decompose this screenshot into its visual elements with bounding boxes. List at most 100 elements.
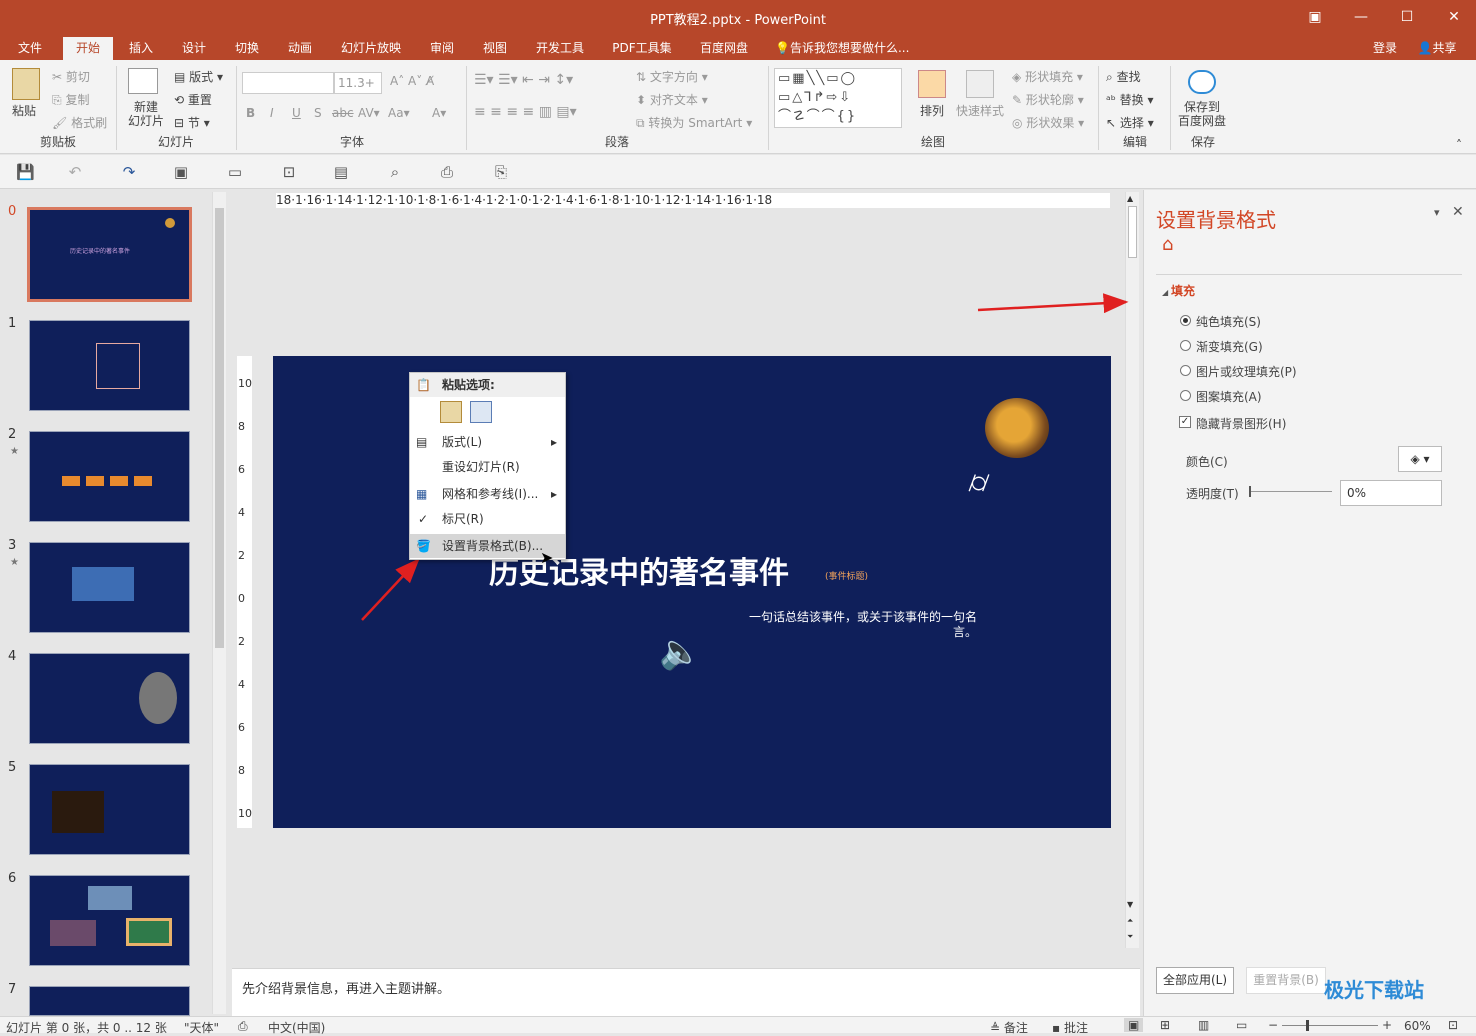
- new-slide-qat-icon[interactable]: ▣: [172, 163, 190, 181]
- tab-design[interactable]: 设计: [173, 37, 215, 60]
- zoom-out-icon[interactable]: −: [1268, 1018, 1278, 1032]
- thumbnail-slide-0[interactable]: 历史记录中的著名事件: [27, 207, 192, 302]
- transparency-input[interactable]: 0%: [1340, 480, 1442, 506]
- thumbnails-scrollbar[interactable]: [212, 192, 226, 1014]
- save-icon[interactable]: 💾: [16, 163, 35, 181]
- new-slide-icon[interactable]: [128, 68, 158, 94]
- print-preview-icon[interactable]: ⌕: [386, 163, 404, 181]
- arrange-button[interactable]: 排列: [920, 102, 944, 119]
- fill-bucket-icon[interactable]: ⌂: [1162, 234, 1173, 255]
- underline-icon[interactable]: U: [292, 106, 301, 120]
- slider-handle[interactable]: [1249, 486, 1251, 497]
- pillar-icon[interactable]: ⌭: [961, 464, 997, 502]
- grow-font-icon[interactable]: A˄ A˅ A̸: [390, 74, 434, 88]
- reset-button[interactable]: ⟲ 重置: [174, 91, 212, 108]
- replace-button[interactable]: ᵃᵇ 替换 ▾: [1106, 91, 1154, 108]
- fit-slide-icon[interactable]: ⊡: [1448, 1018, 1458, 1032]
- shape-outline-button[interactable]: ✎ 形状轮廓 ▾: [1012, 91, 1084, 108]
- editor-scrollbar[interactable]: ▲ ▼ ⏶ ⏷: [1125, 192, 1139, 948]
- paste-destination-icon[interactable]: [440, 401, 462, 423]
- tab-slideshow[interactable]: 幻灯片放映: [334, 37, 408, 60]
- align-text-button[interactable]: ⬍ 对齐文本 ▾: [636, 91, 708, 108]
- zoom-handle[interactable]: [1306, 1020, 1309, 1031]
- tab-transitions[interactable]: 切换: [226, 37, 268, 60]
- shape-effects-button[interactable]: ◎ 形状效果 ▾: [1012, 114, 1084, 131]
- font-size-box[interactable]: 11.3+: [334, 72, 382, 94]
- pane-close-icon[interactable]: ✕: [1452, 204, 1464, 220]
- normal-view-icon[interactable]: ▣: [1124, 1018, 1144, 1032]
- find-button[interactable]: ⌕ 查找: [1106, 68, 1141, 85]
- paste-picture-icon[interactable]: [470, 401, 492, 423]
- copy-button[interactable]: ⎘ 复制: [52, 91, 89, 108]
- thumbnail-slide-3[interactable]: [29, 542, 190, 633]
- editor-scroll-thumb[interactable]: [1128, 206, 1137, 258]
- apply-all-button[interactable]: 全部应用(L): [1156, 967, 1234, 994]
- color-picker-button[interactable]: ◈ ▾: [1398, 446, 1442, 472]
- reset-background-button[interactable]: 重置背景(B): [1246, 967, 1326, 994]
- smartart-button[interactable]: ⧉ 转换为 SmartArt ▾: [636, 114, 752, 131]
- transparency-slider[interactable]: [1249, 486, 1332, 497]
- char-spacing-icon[interactable]: AV▾: [358, 106, 380, 120]
- new-slide-button[interactable]: 新建 幻灯片: [122, 100, 170, 128]
- tab-animations[interactable]: 动画: [279, 37, 321, 60]
- tell-me-box[interactable]: 💡告诉我您想要做什么...: [775, 37, 915, 60]
- tab-baidu[interactable]: 百度网盘: [692, 37, 756, 60]
- close-button[interactable]: ✕: [1443, 6, 1465, 28]
- thumbnail-slide-7[interactable]: [29, 986, 190, 1016]
- audio-speaker-icon[interactable]: 🔈: [659, 632, 701, 672]
- quick-styles-icon[interactable]: [966, 70, 994, 98]
- next-slide-icon[interactable]: ⏷: [1127, 932, 1133, 942]
- hide-bg-checkbox[interactable]: ✓: [1179, 416, 1191, 428]
- share-button[interactable]: 👤共享: [1410, 37, 1464, 60]
- select-button[interactable]: ↖ 选择 ▾: [1106, 114, 1154, 131]
- font-color-icon[interactable]: A▾: [432, 106, 446, 120]
- slide-subtitle[interactable]: 一句话总结该事件，或关于该事件的一句名 言。: [733, 610, 977, 640]
- scroll-up-icon[interactable]: ▲: [1127, 194, 1133, 203]
- save-baidu-button[interactable]: 保存到 百度网盘: [1178, 100, 1226, 128]
- tab-developer[interactable]: 开发工具: [528, 37, 592, 60]
- scroll-thumb[interactable]: [215, 208, 224, 648]
- thumbnail-slide-6[interactable]: [29, 875, 190, 966]
- zoom-level[interactable]: 60%: [1404, 1019, 1431, 1033]
- gradient-fill-radio[interactable]: [1180, 340, 1191, 351]
- pane-options-icon[interactable]: ▾: [1434, 206, 1440, 219]
- scroll-down-icon[interactable]: ▼: [1127, 900, 1133, 909]
- shadow-icon[interactable]: S: [314, 106, 322, 120]
- notes-pane[interactable]: 先介绍背景信息，再进入主题讲解。: [232, 968, 1140, 1016]
- comments-toggle[interactable]: ▪ 批注: [1052, 1019, 1088, 1036]
- solid-fill-radio[interactable]: [1180, 315, 1191, 326]
- spellcheck-icon[interactable]: ⎙: [238, 1019, 248, 1034]
- collapse-ribbon-icon[interactable]: ˄: [1456, 138, 1462, 152]
- fill-section-header[interactable]: ◢ 填充: [1162, 282, 1195, 299]
- baidu-cloud-icon[interactable]: [1188, 70, 1216, 94]
- undo-icon[interactable]: ↶: [66, 163, 84, 181]
- quick-styles-button[interactable]: 快速样式: [956, 102, 1004, 119]
- thumbnail-slide-4[interactable]: [29, 653, 190, 744]
- tab-file[interactable]: 文件: [8, 37, 52, 60]
- change-case-icon[interactable]: Aa▾: [388, 106, 410, 120]
- format-painter-button[interactable]: 🖌 格式刷: [52, 114, 107, 131]
- export-icon[interactable]: ⎘: [492, 163, 510, 181]
- tab-review[interactable]: 审阅: [421, 37, 463, 60]
- maximize-button[interactable]: ☐: [1396, 6, 1418, 28]
- menu-item-grid-guides[interactable]: ▦ 网格和参考线(I)... ▸: [410, 482, 565, 506]
- layout-button[interactable]: ▤ 版式 ▾: [174, 68, 223, 85]
- notes-toggle[interactable]: ≜ 备注: [990, 1019, 1028, 1036]
- slide-canvas[interactable]: ⌭ 历史记录中的著名事件 (事件标题) 一句话总结该事件，或关于该事件的一句名 …: [273, 356, 1111, 828]
- thumbnail-slide-2[interactable]: [29, 431, 190, 522]
- ribbon-display-icon[interactable]: ▣: [1304, 6, 1326, 28]
- zoom-in-icon[interactable]: +: [1382, 1018, 1392, 1032]
- prev-slide-icon[interactable]: ⏶: [1127, 916, 1133, 926]
- sorter-view-icon[interactable]: ⊞: [1160, 1018, 1170, 1032]
- italic-icon[interactable]: I: [270, 106, 274, 120]
- present-icon[interactable]: ⊡: [280, 163, 298, 181]
- strikethrough-icon[interactable]: abc: [332, 106, 354, 120]
- shapes-gallery[interactable]: ▭▦╲╲▭◯ ▭△⅂↱⇨⇩ ⌒☡⌒⌒{}: [774, 68, 902, 128]
- pattern-fill-radio[interactable]: [1180, 390, 1191, 401]
- shape-fill-button[interactable]: ◈ 形状填充 ▾: [1012, 68, 1083, 85]
- cut-button[interactable]: ✂ 剪切: [52, 68, 90, 85]
- autumn-leaf-image[interactable]: [985, 398, 1049, 458]
- picture-fill-radio[interactable]: [1180, 365, 1191, 376]
- align-icons[interactable]: ≡ ≡ ≡ ≡ ▥ ▤▾: [474, 104, 577, 120]
- section-button[interactable]: ⊟ 节 ▾: [174, 114, 210, 131]
